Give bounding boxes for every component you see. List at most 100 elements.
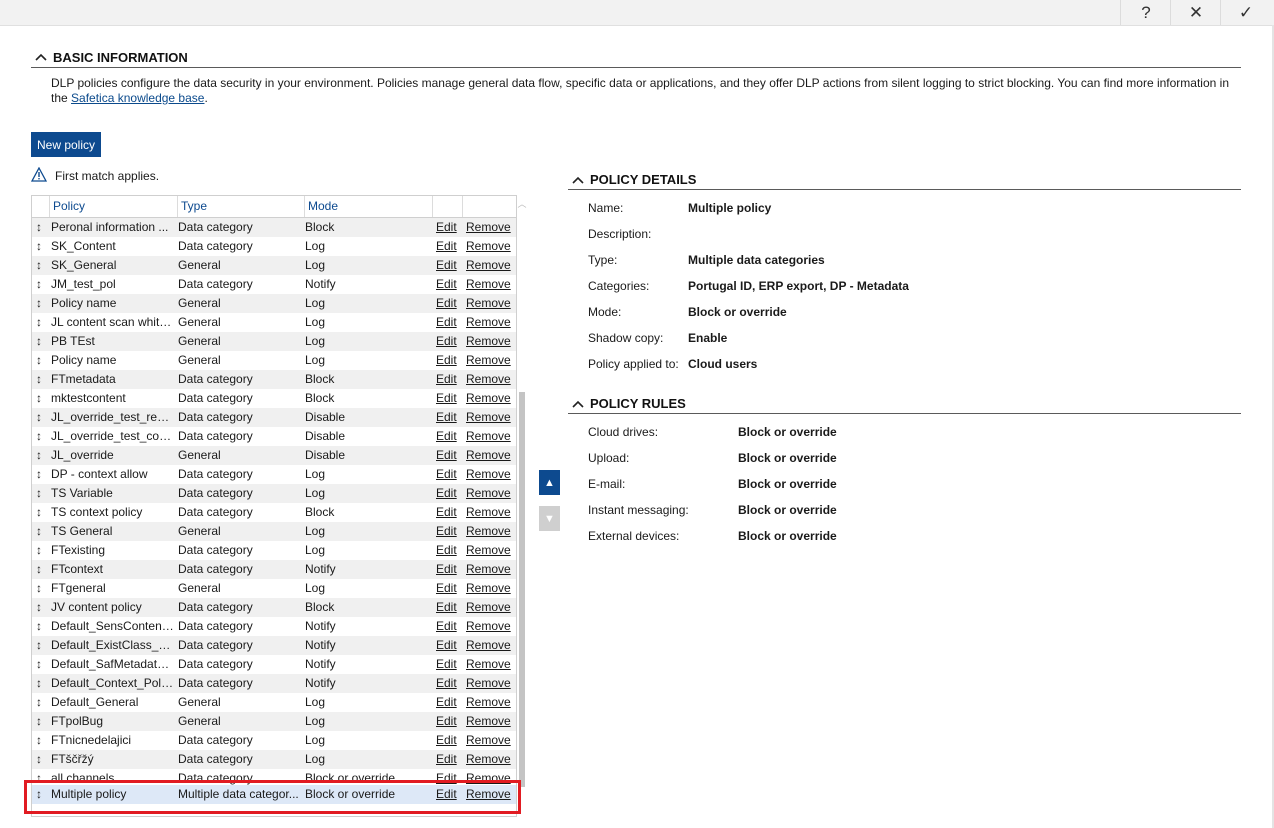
confirm-button[interactable]: ✓ — [1220, 0, 1271, 25]
drag-handle-icon[interactable]: ↕ — [36, 427, 48, 446]
knowledge-base-link[interactable]: Safetica knowledge base — [71, 91, 204, 105]
policy-details-header[interactable]: POLICY DETAILS — [568, 170, 1241, 190]
table-row[interactable]: ↕ FTexisting Data category Log Edit Remove — [32, 541, 516, 560]
new-policy-button[interactable]: New policy — [31, 132, 101, 157]
table-row[interactable]: ↕ Default_SensContent... Data category Noti… — [32, 617, 516, 636]
edit-link[interactable]: Edit — [436, 579, 460, 598]
remove-link[interactable]: Remove — [466, 484, 512, 503]
edit-link[interactable]: Edit — [436, 446, 460, 465]
column-header-policy[interactable]: Policy — [49, 196, 177, 217]
help-button[interactable]: ? — [1120, 0, 1171, 25]
edit-link[interactable]: Edit — [436, 712, 460, 731]
remove-link[interactable]: Remove — [466, 560, 512, 579]
drag-handle-icon[interactable]: ↕ — [36, 636, 48, 655]
remove-link[interactable]: Remove — [466, 218, 512, 237]
remove-link[interactable]: Remove — [466, 503, 512, 522]
edit-link[interactable]: Edit — [436, 674, 460, 693]
table-row[interactable]: ↕ Peronal information ... Data category Blo… — [32, 218, 516, 237]
drag-handle-icon[interactable]: ↕ — [36, 465, 48, 484]
remove-link[interactable]: Remove — [466, 522, 512, 541]
basic-information-header[interactable]: BASIC INFORMATION — [31, 47, 1241, 68]
drag-handle-icon[interactable]: ↕ — [36, 750, 48, 769]
drag-handle-icon[interactable]: ↕ — [36, 598, 48, 617]
table-row[interactable]: ↕ SK_General General Log Edit Remove — [32, 256, 516, 275]
column-header-type[interactable]: Type — [177, 196, 304, 217]
edit-link[interactable]: Edit — [436, 560, 460, 579]
table-row[interactable]: ↕ FTmetadata Data category Block Edit Remove — [32, 370, 516, 389]
edit-link[interactable]: Edit — [436, 785, 460, 804]
edit-link[interactable]: Edit — [436, 313, 460, 332]
remove-link[interactable]: Remove — [466, 313, 512, 332]
drag-handle-icon[interactable]: ↕ — [36, 785, 48, 804]
remove-link[interactable]: Remove — [466, 389, 512, 408]
remove-link[interactable]: Remove — [466, 674, 512, 693]
table-row[interactable]: ↕ TS General General Log Edit Remove — [32, 522, 516, 541]
scroll-up-icon[interactable]: ︿ — [517, 197, 527, 210]
drag-handle-icon[interactable]: ↕ — [36, 617, 48, 636]
edit-link[interactable]: Edit — [436, 655, 460, 674]
edit-link[interactable]: Edit — [436, 541, 460, 560]
drag-handle-icon[interactable]: ↕ — [36, 522, 48, 541]
edit-link[interactable]: Edit — [436, 750, 460, 769]
table-row[interactable]: ↕ JV content policy Data category Block Edit… — [32, 598, 516, 617]
remove-link[interactable]: Remove — [466, 256, 512, 275]
move-down-button[interactable]: ▼ — [539, 506, 560, 531]
remove-link[interactable]: Remove — [466, 731, 512, 750]
drag-handle-icon[interactable]: ↕ — [36, 446, 48, 465]
drag-handle-icon[interactable]: ↕ — [36, 693, 48, 712]
remove-link[interactable]: Remove — [466, 351, 512, 370]
drag-handle-icon[interactable]: ↕ — [36, 503, 48, 522]
table-row[interactable]: ↕ Default_General General Log Edit Remove — [32, 693, 516, 712]
table-row[interactable]: ↕ mktestcontent Data category Block Edit Remo… — [32, 389, 516, 408]
remove-link[interactable]: Remove — [466, 294, 512, 313]
table-row[interactable]: ↕ JM_test_pol Data category Notify Edit Remov… — [32, 275, 516, 294]
remove-link[interactable]: Remove — [466, 579, 512, 598]
table-row[interactable]: ↕ FTščřžý Data category Log Edit Remove — [32, 750, 516, 769]
table-row[interactable]: ↕ TS Variable Data category Log Edit Remove — [32, 484, 516, 503]
table-row[interactable]: ↕ Default_ExistClass_Po... Data category No… — [32, 636, 516, 655]
edit-link[interactable]: Edit — [436, 408, 460, 427]
remove-link[interactable]: Remove — [466, 785, 512, 804]
drag-handle-icon[interactable]: ↕ — [36, 674, 48, 693]
edit-link[interactable]: Edit — [436, 332, 460, 351]
drag-handle-icon[interactable]: ↕ — [36, 389, 48, 408]
remove-link[interactable]: Remove — [466, 617, 512, 636]
edit-link[interactable]: Edit — [436, 693, 460, 712]
edit-link[interactable]: Edit — [436, 275, 460, 294]
drag-handle-icon[interactable]: ↕ — [36, 313, 48, 332]
table-row[interactable]: ↕ JL content scan white... General Log Edit R… — [32, 313, 516, 332]
remove-link[interactable]: Remove — [466, 750, 512, 769]
drag-handle-icon[interactable]: ↕ — [36, 712, 48, 731]
table-row[interactable]: ↕ JL_override General Disable Edit Remove — [32, 446, 516, 465]
drag-handle-icon[interactable]: ↕ — [36, 256, 48, 275]
table-row[interactable]: ↕ SK_Content Data category Log Edit Remove — [32, 237, 516, 256]
remove-link[interactable]: Remove — [466, 370, 512, 389]
drag-handle-icon[interactable]: ↕ — [36, 275, 48, 294]
table-row[interactable]: ↕ FTpolBug General Log Edit Remove — [32, 712, 516, 731]
edit-link[interactable]: Edit — [436, 294, 460, 313]
table-row[interactable]: ↕ Default_SafMetadata_... Data category Not… — [32, 655, 516, 674]
drag-handle-icon[interactable]: ↕ — [36, 560, 48, 579]
edit-link[interactable]: Edit — [436, 484, 460, 503]
edit-link[interactable]: Edit — [436, 389, 460, 408]
edit-link[interactable]: Edit — [436, 598, 460, 617]
edit-link[interactable]: Edit — [436, 370, 460, 389]
table-row-selected[interactable]: ↕ Multiple policy Multiple data categor.… — [32, 785, 516, 804]
drag-handle-icon[interactable]: ↕ — [36, 484, 48, 503]
remove-link[interactable]: Remove — [466, 598, 512, 617]
remove-link[interactable]: Remove — [466, 427, 512, 446]
move-up-button[interactable]: ▲ — [539, 470, 560, 495]
policy-rules-header[interactable]: POLICY RULES — [568, 394, 1241, 414]
table-row[interactable]: ↕ TS context policy Data category Block Edit… — [32, 503, 516, 522]
drag-handle-icon[interactable]: ↕ — [36, 579, 48, 598]
drag-handle-icon[interactable]: ↕ — [36, 370, 48, 389]
remove-link[interactable]: Remove — [466, 541, 512, 560]
edit-link[interactable]: Edit — [436, 427, 460, 446]
drag-handle-icon[interactable]: ↕ — [36, 294, 48, 313]
scrollbar-thumb[interactable] — [519, 392, 525, 787]
table-row[interactable]: ↕ PB TEst General Log Edit Remove — [32, 332, 516, 351]
drag-handle-icon[interactable]: ↕ — [36, 237, 48, 256]
remove-link[interactable]: Remove — [466, 332, 512, 351]
column-header-mode[interactable]: Mode — [304, 196, 432, 217]
table-row[interactable]: ↕ Default_Context_Policy Data category Noti… — [32, 674, 516, 693]
